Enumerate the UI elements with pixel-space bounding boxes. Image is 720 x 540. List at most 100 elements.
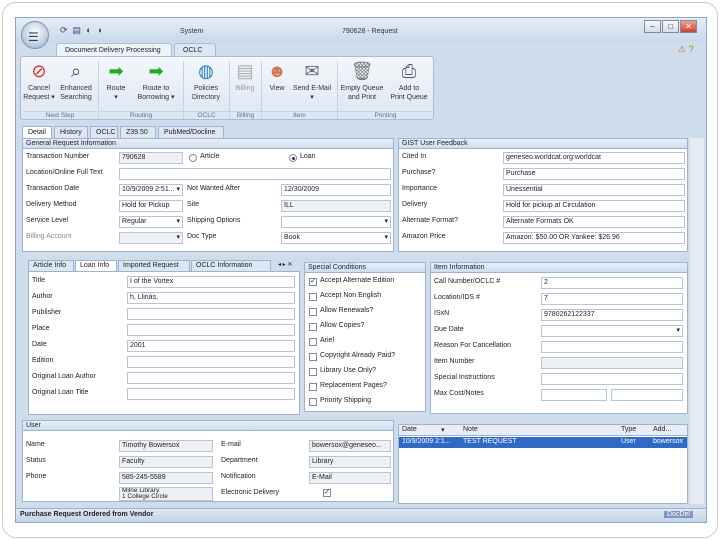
item-field-label: Item Number [434,358,475,365]
service-level-label: Service Level [26,217,69,224]
special-condition-label: Allow Renewals? [320,307,374,314]
route-to-borrowing-button[interactable]: ➡ Route to Borrowing ▾ [133,59,179,102]
loan-field-value[interactable]: I of the Vortex [127,276,295,288]
special-condition-checkbox[interactable] [309,353,317,361]
send-email-button[interactable]: ✉ Send E-Mail ▾ [291,59,333,102]
tab-loan-info[interactable]: Loan Info [75,260,117,271]
user-email-field: bowersox@geneseo... [309,440,391,452]
special-condition-checkbox[interactable] [309,338,317,346]
service-level-select[interactable]: Regular [119,216,183,228]
loan-field-value[interactable] [127,324,295,336]
special-condition-checkbox[interactable] [309,323,317,331]
loan-field-value[interactable] [127,308,295,320]
close-button[interactable]: ✕ [680,20,697,33]
special-condition-checkbox[interactable] [309,398,317,406]
loan-field-value[interactable] [127,356,295,368]
gist-value[interactable]: Purchase [503,168,685,180]
shipping-options-select[interactable] [281,216,391,228]
cancel-request-button[interactable]: ⊘ Cancel Request ▾ [23,59,55,102]
loan-field-value[interactable]: 2001 [127,340,295,352]
tab-detail[interactable]: Detail [22,126,52,138]
help-icons[interactable]: ⚠ ? [678,44,694,55]
tab-imported-request[interactable]: Imported Request [118,260,190,271]
special-condition-checkbox[interactable] [309,383,317,391]
back-icon[interactable]: ◐ [86,25,91,35]
col-added-by[interactable]: Add... [653,426,671,433]
item-field-value[interactable] [541,389,607,401]
item-field-value[interactable] [541,341,683,353]
transaction-date-field[interactable]: 10/9/2009 2:51... [119,184,183,196]
special-condition-label: Ariel [320,337,335,344]
forward-icon[interactable]: ◑ [97,25,102,35]
item-field-label: Due Date [434,326,464,333]
window-controls: – □ ✕ [644,20,697,33]
add-to-print-queue-button[interactable]: ⎙ Add to Print Queue [387,59,431,102]
refresh-icon[interactable]: ⟳ [60,25,68,35]
tab-document-delivery[interactable]: Document Delivery Processing [56,43,172,57]
item-field-label: Call Number/OCLC # [434,278,501,285]
item-field-value[interactable]: 2 [541,277,683,289]
special-condition-checkbox[interactable] [309,308,317,316]
gist-label: Alternate Format? [402,217,459,224]
doc-type-select[interactable]: Book [281,232,391,244]
location-field[interactable] [119,168,391,180]
email-icon: ✉ [304,61,320,81]
policies-directory-button[interactable]: ◍ Policies Directory [186,59,226,102]
col-date[interactable]: Date [402,426,417,433]
loan-radio[interactable] [289,154,297,162]
tab-pubmed-docline[interactable]: PubMed/Docline [158,126,224,138]
delivery-method-field[interactable]: Hold for Pickup [119,200,183,212]
tab-oclc-information[interactable]: OCLC Information [191,260,271,271]
application-menu-button[interactable]: ☰ [21,21,49,49]
col-note[interactable]: Note [463,426,478,433]
gist-label: Importance [402,185,438,192]
tab-oclc[interactable]: OCLC [174,43,216,57]
gist-value[interactable]: Alternate Formats OK [503,216,685,228]
item-field-value[interactable]: 7 [541,293,683,305]
special-condition-checkbox[interactable] [309,293,317,301]
electronic-delivery-checkbox[interactable]: ✓ [323,489,331,497]
gist-value[interactable]: geneseo.worldcat.org:worldcat [503,152,685,164]
loan-field-value[interactable] [127,372,295,384]
arrow-right-icon: ➡ [108,61,124,81]
article-radio[interactable] [189,154,197,162]
loan-tabs-panel: Article Info Loan Info Imported Request … [28,260,300,415]
item-field-extra[interactable] [611,389,683,401]
loan-field-value[interactable]: h, Llinás, [127,292,295,304]
tab-scroll-arrows[interactable]: ◂ ▸ ✕ [278,261,292,268]
billing-account-select[interactable] [119,232,183,244]
vertical-scrollbar[interactable] [690,138,704,504]
tab-z3950[interactable]: Z39.50 [120,126,156,138]
view-button[interactable]: ☻ View [264,59,290,93]
maximize-button[interactable]: □ [662,20,679,33]
loan-radio-label: Loan [300,153,316,160]
empty-queue-button[interactable]: 🗑︎ Empty Queue and Print [339,59,385,102]
special-condition-checkbox[interactable]: ✓ [309,278,317,286]
special-conditions-header: Special Conditions [305,263,425,273]
note-text: TEST REQUEST [463,438,517,445]
special-condition-checkbox[interactable] [309,368,317,376]
tab-history[interactable]: History [54,126,88,138]
gist-value[interactable]: Unessential [503,184,685,196]
billing-button[interactable]: ▤ Billing [231,59,259,93]
enhanced-searching-button[interactable]: ⌕ Enhanced Searching [57,59,95,102]
user-address-field: Milne Library 1 College Circle [119,487,213,501]
tab-oclc-detail[interactable]: OCLC [90,126,118,138]
item-field-value[interactable] [541,357,683,369]
user-status-field: Faculty [119,456,213,468]
route-button[interactable]: ➡ Route ▾ [101,59,131,102]
item-information-header: Item Information [431,263,687,273]
item-field-value[interactable] [541,373,683,385]
special-condition-label: Replacement Pages? [320,382,387,389]
gist-value[interactable]: Amazon: $50.00 OR Yankee: $26.96 [503,232,685,244]
minimize-button[interactable]: – [644,20,661,33]
item-field-value[interactable] [541,325,683,337]
tab-article-info[interactable]: Article Info [28,260,74,271]
notes-row[interactable]: 10/9/2009 2:1... TEST REQUEST User bowersox [399,437,687,448]
not-wanted-field[interactable]: 12/30/2009 [281,184,391,196]
save-icon[interactable]: ▤ [73,25,82,35]
loan-field-value[interactable] [127,388,295,400]
gist-value[interactable]: Hold for pickup at Circulation [503,200,685,212]
col-type[interactable]: Type [621,426,636,433]
item-field-value[interactable]: 9780262122337 [541,309,683,321]
